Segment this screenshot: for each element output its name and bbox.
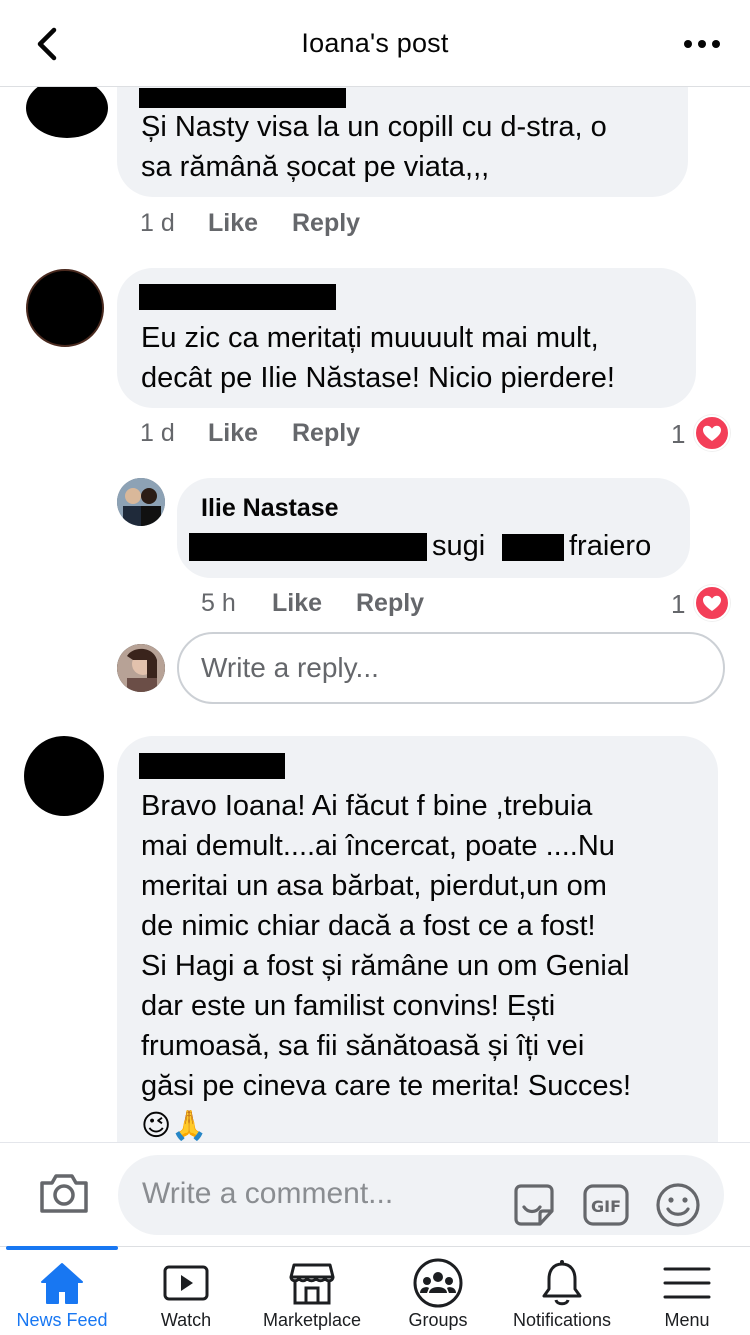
sticker-icon[interactable] (510, 1181, 558, 1229)
comment-bubble[interactable]: Și Nasty visa la un copill cu d-stra, o … (117, 86, 688, 197)
like-button[interactable]: Like (208, 209, 258, 238)
tab-label: Marketplace (262, 1310, 362, 1330)
groups-icon (413, 1258, 463, 1308)
commenter-avatar[interactable] (26, 86, 108, 138)
bell-icon (542, 1260, 582, 1306)
marketplace-icon (289, 1263, 335, 1305)
page-title: Ioana's post (301, 28, 449, 58)
comment-text: Bravo Ioana! Ai făcut f bine ,trebuia ma… (141, 790, 632, 1142)
reply-input[interactable]: Write a reply... (177, 632, 725, 704)
reply-text-part1: sugi (432, 530, 486, 562)
comment-time: 1 d (140, 209, 175, 237)
comments-feed: Și Nasty visa la un copill cu d-stra, o … (0, 86, 750, 1142)
reply-time: 5 h (201, 589, 236, 617)
reply-button[interactable]: Reply (356, 589, 424, 618)
bottom-tab-bar: News Feed Watch Marketplace Groups Notif… (0, 1246, 750, 1335)
redacted-text (189, 533, 427, 561)
love-reaction-icon (694, 415, 730, 451)
comment-text: Și Nasty visa la un copill cu d-stra, o … (141, 111, 607, 183)
current-user-avatar (117, 644, 165, 692)
top-bar: Ioana's post (0, 0, 750, 87)
home-icon (41, 1263, 83, 1304)
reply-author-avatar[interactable] (117, 478, 165, 526)
active-tab-indicator (6, 1246, 118, 1250)
profile-photo-icon (117, 644, 165, 692)
commenter-avatar[interactable] (24, 736, 104, 816)
tab-label: News Feed (16, 1310, 108, 1330)
redacted-name (139, 284, 336, 310)
love-reaction-icon (694, 585, 730, 621)
reply-input-placeholder: Write a reply... (201, 652, 379, 683)
comment-composer: Write a comment... GIF (0, 1142, 750, 1247)
comment-input-placeholder: Write a comment... (142, 1177, 394, 1210)
commenter-avatar[interactable] (26, 269, 104, 347)
emoji-icon[interactable] (654, 1181, 702, 1229)
tab-notifications[interactable]: Notifications (500, 1247, 624, 1335)
profile-photo-icon (117, 478, 165, 526)
tab-menu[interactable]: Menu (624, 1247, 750, 1335)
comment-bubble[interactable]: Bravo Ioana! Ai făcut f bine ,trebuia ma… (117, 736, 718, 1142)
reply-bubble[interactable]: Ilie Nastase sugi fraiero (177, 478, 690, 578)
reply-button[interactable]: Reply (292, 419, 360, 448)
gif-icon[interactable]: GIF (582, 1181, 630, 1229)
menu-icon (663, 1267, 711, 1299)
redacted-name (139, 753, 285, 779)
redacted-name (139, 88, 346, 108)
comment-text: Eu zic ca meritați muuuult mai mult, dec… (141, 322, 615, 394)
tab-label: Watch (160, 1310, 212, 1330)
redacted-word (502, 534, 564, 561)
watch-icon (163, 1265, 209, 1301)
tab-label: Menu (664, 1310, 710, 1330)
tab-label: Notifications (512, 1310, 612, 1330)
more-options-icon[interactable] (682, 30, 722, 58)
svg-text:GIF: GIF (591, 1197, 621, 1216)
reply-button[interactable]: Reply (292, 209, 360, 238)
comment-time: 1 d (140, 419, 175, 447)
comment-bubble[interactable]: Eu zic ca meritați muuuult mai mult, dec… (117, 268, 696, 408)
like-button[interactable]: Like (272, 589, 322, 618)
reply-text-part2: fraiero (569, 530, 652, 562)
comment-input[interactable]: Write a comment... GIF (118, 1155, 724, 1235)
reaction-count[interactable]: 1 (671, 419, 685, 450)
camera-icon[interactable] (38, 1171, 90, 1215)
tab-label: Groups (408, 1310, 468, 1330)
tab-news-feed[interactable]: News Feed (0, 1246, 124, 1335)
tab-watch[interactable]: Watch (124, 1247, 248, 1335)
tab-marketplace[interactable]: Marketplace (248, 1247, 376, 1335)
like-button[interactable]: Like (208, 419, 258, 448)
reply-author-name[interactable]: Ilie Nastase (201, 494, 339, 523)
tab-groups[interactable]: Groups (376, 1247, 500, 1335)
reaction-count[interactable]: 1 (671, 589, 685, 620)
